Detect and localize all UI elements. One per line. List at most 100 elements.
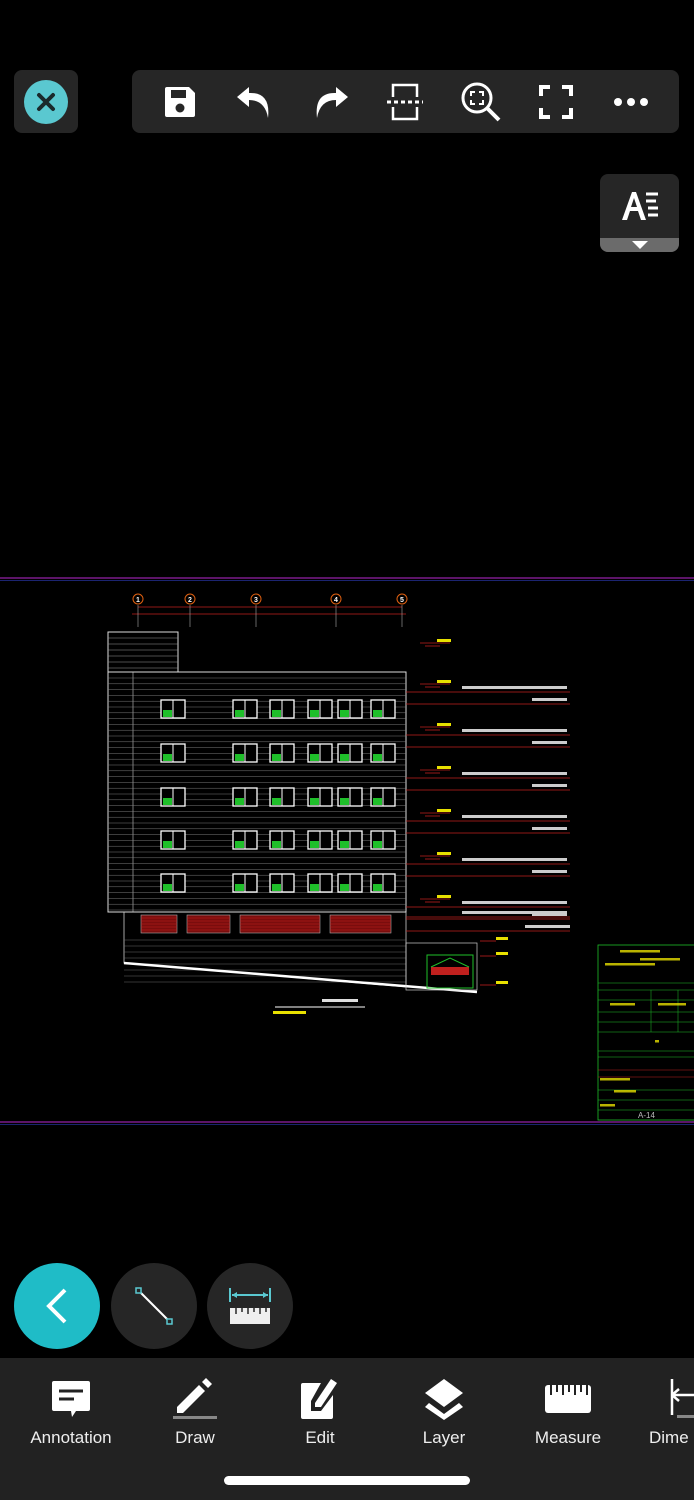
tab-annotation[interactable]: Annotation [16, 1374, 126, 1448]
title-block [597, 944, 694, 1121]
window-fill [310, 841, 319, 848]
measure-distance-icon [229, 1288, 271, 1324]
window-fill [340, 841, 349, 848]
window-fill [310, 798, 319, 805]
home-indicator[interactable] [224, 1476, 470, 1485]
save-icon [164, 86, 195, 117]
section-icon [387, 83, 424, 120]
note-text [462, 858, 567, 861]
window-fill [163, 710, 172, 717]
tab-label: Annotation [30, 1428, 112, 1447]
level-value [437, 766, 451, 769]
window-fill [340, 798, 349, 805]
measure-distance-button[interactable] [207, 1263, 293, 1349]
level-value [437, 809, 451, 812]
note-text [462, 901, 567, 904]
window-fill [373, 710, 382, 717]
title-block-text [600, 950, 690, 975]
note-text [532, 741, 567, 744]
window-fill [235, 884, 244, 891]
tab-label: Layer [422, 1428, 466, 1447]
grid-label: 4 [334, 597, 338, 604]
tab-measure[interactable]: Measure [513, 1374, 623, 1448]
level-value [437, 895, 451, 898]
note-text [462, 911, 567, 914]
redo-icon [316, 86, 349, 118]
note-text [532, 827, 567, 830]
tab-label: Dime [649, 1428, 689, 1447]
level-value [496, 952, 508, 955]
back-icon [46, 1288, 67, 1324]
gate-fill [431, 967, 469, 975]
window-fill [340, 884, 349, 891]
text-style-icon [621, 192, 658, 220]
zoom-extents-icon [461, 82, 501, 121]
tab-layer[interactable]: Layer [389, 1374, 499, 1448]
window-fill [373, 884, 382, 891]
text-style-button[interactable] [600, 174, 679, 252]
note-text [462, 815, 567, 818]
grid-label: 5 [400, 597, 404, 604]
annex [405, 942, 478, 991]
window-fill [373, 754, 382, 761]
note-text [532, 698, 567, 701]
title-block-text [640, 958, 680, 961]
window-fill [310, 884, 319, 891]
window-fill [340, 754, 349, 761]
undo-button[interactable] [233, 80, 277, 124]
window-fill [373, 841, 382, 848]
level-value [437, 639, 451, 642]
window-fill [272, 754, 281, 761]
level-value [437, 852, 451, 855]
note-text [462, 729, 567, 732]
window-fill [272, 710, 281, 717]
top-toolbar [132, 70, 679, 133]
drawing-title [322, 999, 358, 1002]
grid-label: 2 [188, 597, 192, 604]
layers-icon [425, 1379, 463, 1420]
redo-button[interactable] [308, 80, 352, 124]
cad-drawing-canvas[interactable]: 1 2 3 4 5 A-14 [0, 560, 694, 1140]
level-value [437, 723, 451, 726]
note-text [532, 870, 567, 873]
line-icon [135, 1287, 173, 1325]
window-fill [272, 884, 281, 891]
window-fill [340, 710, 349, 717]
window-fill [310, 710, 319, 717]
tab-draw[interactable]: Draw [140, 1374, 250, 1448]
window-fill [163, 884, 172, 891]
level-value [496, 981, 508, 984]
level-value [496, 937, 508, 940]
section-button[interactable] [383, 80, 427, 124]
window-fill [272, 841, 281, 848]
tab-label: Draw [175, 1428, 215, 1447]
title-block-text [614, 1090, 636, 1093]
window-fill [163, 841, 172, 848]
window-fill [235, 841, 244, 848]
note-text [532, 784, 567, 787]
grid-label: 3 [254, 597, 258, 604]
fullscreen-icon [539, 84, 574, 119]
tab-dimension[interactable]: Dime [637, 1374, 694, 1448]
pencil-icon [173, 1378, 217, 1419]
level-value [437, 680, 451, 683]
more-button[interactable] [609, 80, 653, 124]
window-fill [272, 798, 281, 805]
tab-edit[interactable]: Edit [265, 1374, 375, 1448]
undo-icon [236, 86, 269, 118]
zoom-extents-button[interactable] [459, 80, 503, 124]
line-tool-button[interactable] [111, 1263, 197, 1349]
dimension-icon [670, 1379, 694, 1418]
close-button[interactable] [14, 70, 78, 133]
fullscreen-button[interactable] [534, 80, 578, 124]
window-fill [163, 798, 172, 805]
bottom-tab-bar: Annotation Draw Edit Layer Measure Dime [0, 1358, 694, 1500]
ruler-icon [545, 1385, 591, 1413]
save-button[interactable] [158, 80, 202, 124]
title-block-text [600, 1104, 615, 1107]
tab-label: Measure [534, 1428, 602, 1447]
back-button[interactable] [14, 1263, 100, 1349]
sheet-number: A-14 [638, 1111, 655, 1120]
note-text [525, 925, 570, 928]
chevron-down-icon[interactable] [600, 238, 679, 252]
